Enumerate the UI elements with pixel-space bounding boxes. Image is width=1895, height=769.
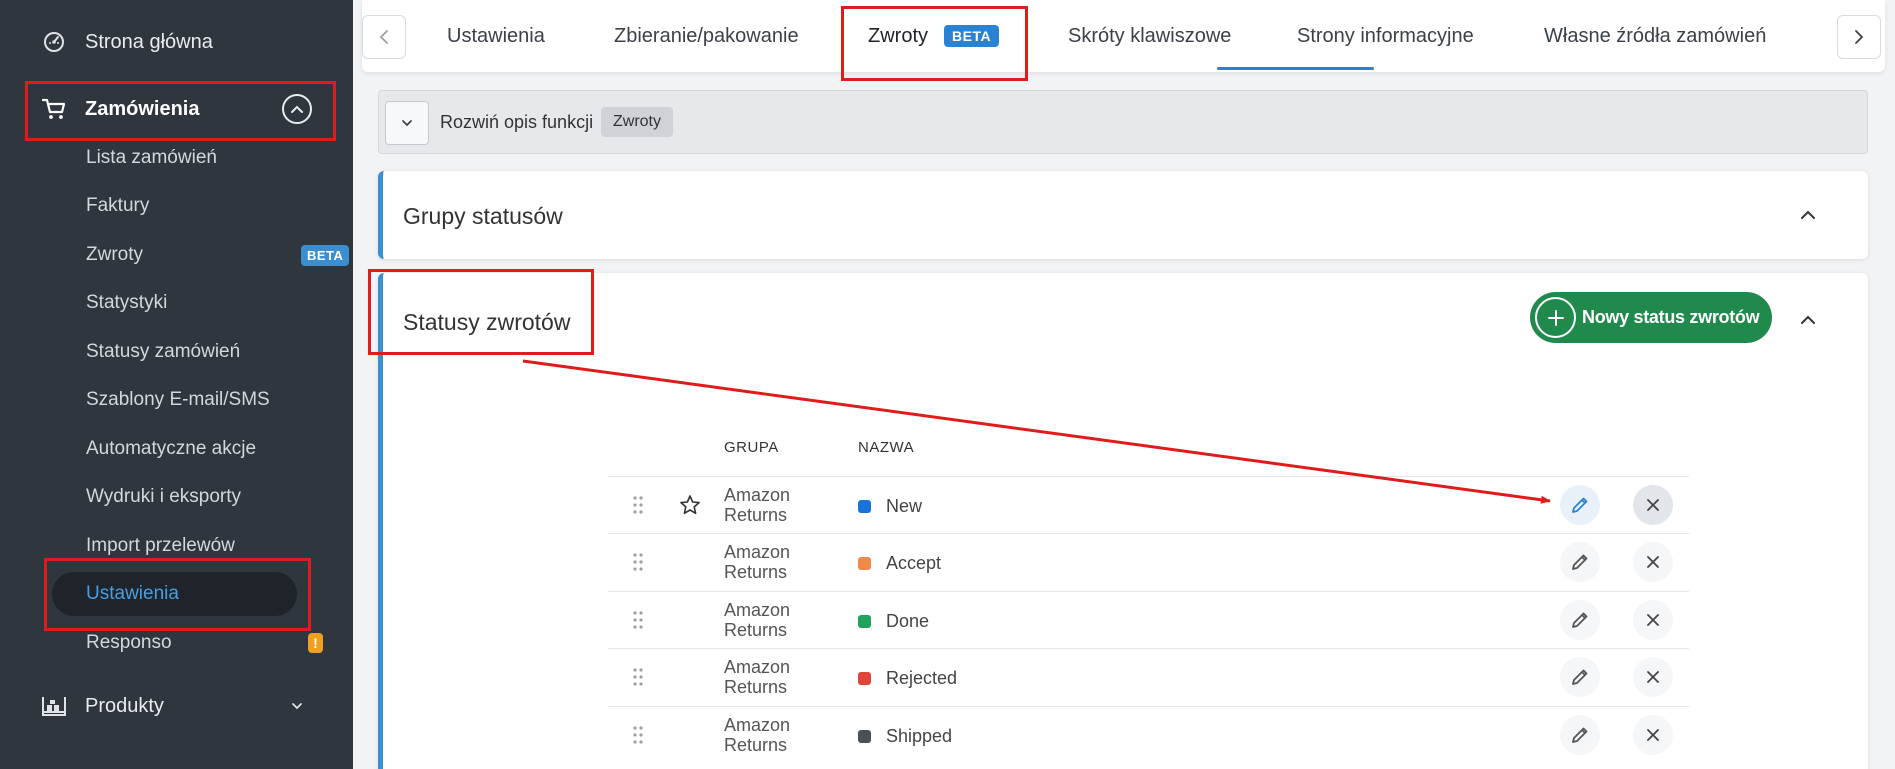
tab-returns[interactable]: Zwroty BETA bbox=[868, 0, 1000, 72]
panel-title: Statusy zwrotów bbox=[403, 309, 571, 335]
chevron-left-icon bbox=[379, 30, 388, 44]
plus-icon bbox=[1535, 297, 1576, 338]
drag-handle-icon[interactable] bbox=[632, 610, 644, 630]
delete-button[interactable] bbox=[1633, 600, 1673, 640]
tabs-scroll-left-button[interactable] bbox=[362, 15, 406, 59]
delete-button[interactable] bbox=[1633, 715, 1673, 755]
warning-badge: ! bbox=[308, 633, 323, 653]
sidebar-subitem-automatic-actions[interactable]: Automatyczne akcje bbox=[52, 427, 297, 471]
status-color-swatch bbox=[858, 500, 871, 513]
close-icon bbox=[1647, 729, 1659, 741]
delete-button[interactable] bbox=[1633, 485, 1673, 525]
row-group: Amazon Returns bbox=[724, 600, 791, 640]
cart-icon bbox=[41, 96, 67, 122]
delete-button[interactable] bbox=[1633, 542, 1673, 582]
tab-custom-order-sources[interactable]: Własne źródła zamówień bbox=[1544, 0, 1766, 72]
edit-button[interactable] bbox=[1560, 485, 1600, 525]
table-row: Amazon Returns Shipped bbox=[608, 706, 1689, 763]
sidebar-subitem-responso[interactable]: Responso ! bbox=[52, 621, 323, 665]
close-icon bbox=[1647, 556, 1659, 568]
edit-button[interactable] bbox=[1560, 542, 1600, 582]
tab-settings[interactable]: Ustawienia bbox=[447, 0, 545, 72]
sidebar-subitem-returns[interactable]: Zwroty BETA bbox=[52, 233, 350, 277]
sidebar-subitem-prints-exports[interactable]: Wydruki i eksporty bbox=[52, 475, 297, 519]
sidebar-item-label: Produkty bbox=[85, 694, 164, 717]
tab-picking-packing[interactable]: Zbieranie/pakowanie bbox=[614, 0, 799, 72]
chevron-up-icon[interactable] bbox=[1798, 310, 1818, 330]
collapse-chevron-up-icon[interactable] bbox=[282, 94, 312, 124]
pencil-icon bbox=[1572, 612, 1588, 628]
sidebar-item-label: Zamówienia bbox=[85, 97, 200, 120]
panel-title: Grupy statusów bbox=[403, 203, 563, 229]
row-group: Amazon Returns bbox=[724, 485, 791, 525]
drag-handle-icon[interactable] bbox=[632, 552, 644, 572]
pencil-icon bbox=[1572, 727, 1588, 743]
sidebar-subitem-statistics[interactable]: Statystyki bbox=[52, 281, 297, 325]
close-icon bbox=[1647, 671, 1659, 683]
sidebar-subitem-settings[interactable]: Ustawienia bbox=[52, 572, 297, 616]
star-icon[interactable] bbox=[679, 494, 701, 516]
beta-badge: BETA bbox=[944, 25, 1000, 47]
sidebar-subitem-transfer-import[interactable]: Import przelewów bbox=[52, 524, 297, 568]
tab-keyboard-shortcuts[interactable]: Skróty klawiszowe bbox=[1068, 0, 1231, 72]
beta-badge: BETA bbox=[301, 244, 350, 266]
edit-button[interactable] bbox=[1560, 715, 1600, 755]
sidebar-subitem-order-statuses[interactable]: Statusy zamówień bbox=[52, 330, 297, 374]
close-icon bbox=[1647, 499, 1659, 511]
pencil-icon bbox=[1572, 669, 1588, 685]
table-row: Amazon Returns Done bbox=[608, 591, 1689, 648]
status-color-swatch bbox=[858, 557, 871, 570]
row-group: Amazon Returns bbox=[724, 715, 791, 755]
sidebar-subitem-order-list[interactable]: Lista zamówień bbox=[52, 136, 297, 180]
chevron-right-icon bbox=[1855, 30, 1864, 44]
sidebar-subitem-invoices[interactable]: Faktury bbox=[52, 184, 297, 228]
sidebar-item-home[interactable]: Strona główna bbox=[0, 16, 353, 68]
sidebar-item-orders[interactable]: Zamówienia bbox=[0, 83, 353, 135]
new-return-status-button[interactable]: Nowy status zwrotów bbox=[1530, 292, 1772, 343]
sidebar-item-products[interactable]: Produkty bbox=[0, 680, 353, 732]
edit-button[interactable] bbox=[1560, 600, 1600, 640]
table-row: Amazon Returns New bbox=[608, 476, 1689, 533]
edit-button[interactable] bbox=[1560, 657, 1600, 697]
row-name: Done bbox=[886, 611, 930, 631]
chevron-down-icon bbox=[402, 120, 412, 127]
status-color-swatch bbox=[858, 615, 871, 628]
sidebar: Strona główna Zamówienia Lista zamówień … bbox=[0, 0, 353, 769]
pencil-icon bbox=[1572, 497, 1588, 513]
status-groups-panel: Grupy statusów bbox=[378, 171, 1868, 259]
row-name: Shipped bbox=[886, 726, 953, 746]
active-tab-indicator bbox=[1217, 67, 1374, 70]
chevron-down-icon[interactable] bbox=[290, 699, 304, 713]
dashboard-icon bbox=[41, 29, 67, 55]
feature-tag: Zwroty bbox=[601, 107, 673, 137]
row-name: New bbox=[886, 496, 923, 516]
row-group: Amazon Returns bbox=[724, 542, 791, 582]
tabs-scroll-right-button[interactable] bbox=[1837, 15, 1881, 59]
drag-handle-icon[interactable] bbox=[632, 667, 644, 687]
settings-tabbar: Ustawienia Zbieranie/pakowanie Zwroty BE… bbox=[362, 0, 1885, 72]
table-row: Amazon Returns Accept bbox=[608, 533, 1689, 590]
feature-description-bar: Rozwiń opis funkcji Zwroty bbox=[378, 90, 1868, 154]
tab-info-pages[interactable]: Strony informacyjne bbox=[1297, 0, 1474, 72]
status-color-swatch bbox=[858, 730, 871, 743]
close-icon bbox=[1647, 614, 1659, 626]
row-name: Accept bbox=[886, 553, 942, 573]
chevron-up-icon[interactable] bbox=[1798, 205, 1818, 225]
drag-handle-icon[interactable] bbox=[632, 495, 644, 515]
row-group: Amazon Returns bbox=[724, 657, 791, 697]
sidebar-subitem-email-sms-templates[interactable]: Szablony E-mail/SMS bbox=[52, 378, 297, 422]
delete-button[interactable] bbox=[1633, 657, 1673, 697]
column-header-group: GRUPA bbox=[724, 439, 779, 456]
sidebar-item-label: Strona główna bbox=[85, 30, 213, 53]
expand-description-button[interactable] bbox=[385, 101, 429, 145]
drag-handle-icon[interactable] bbox=[632, 725, 644, 745]
table-row: Amazon Returns Rejected bbox=[608, 648, 1689, 705]
pencil-icon bbox=[1572, 554, 1588, 570]
expand-description-label[interactable]: Rozwiń opis funkcji bbox=[440, 112, 593, 133]
status-color-swatch bbox=[858, 672, 871, 685]
column-header-name: NAZWA bbox=[858, 439, 915, 456]
warehouse-icon bbox=[41, 693, 67, 719]
row-name: Rejected bbox=[886, 668, 958, 688]
